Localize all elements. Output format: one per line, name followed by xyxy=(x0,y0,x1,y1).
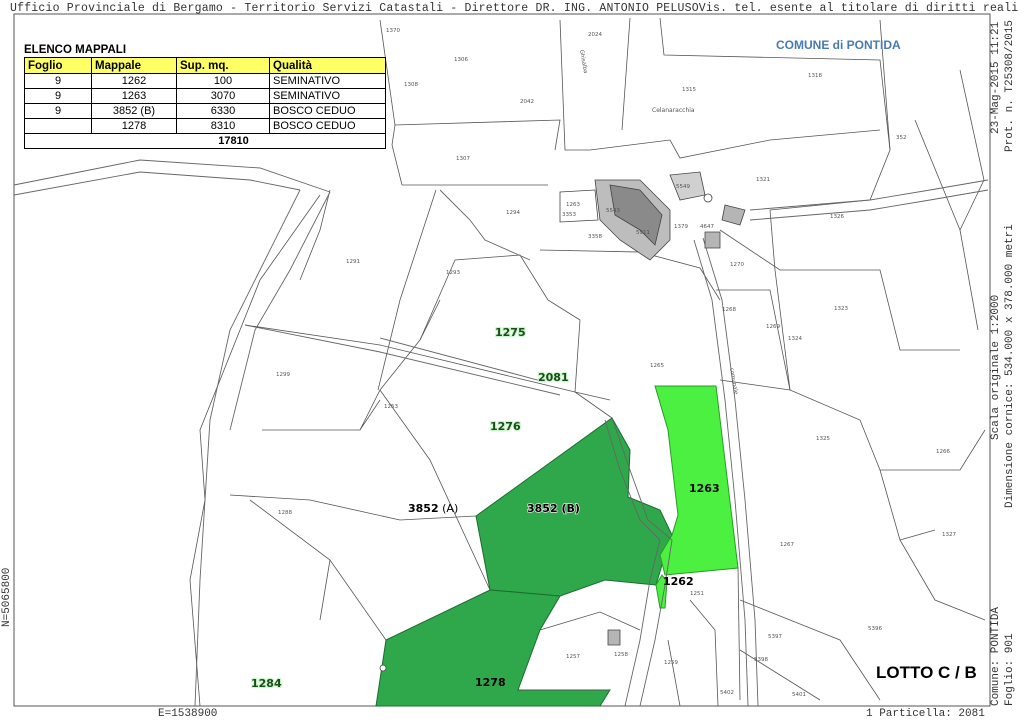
cell-qualita: BOSCO CEDUO xyxy=(269,103,386,119)
right-prot: Prot. n. T25308/2015 xyxy=(1004,19,1016,152)
col-qualita: Qualità xyxy=(269,57,386,74)
right-dimensione: Dimensione cornice: 534.000 x 378.000 me… xyxy=(1004,224,1016,508)
label-1278: 1278 xyxy=(475,676,506,689)
label-1262: 1262 xyxy=(663,575,694,588)
col-mappale: Mappale xyxy=(91,57,177,74)
parcel-number: 1258 xyxy=(614,652,628,658)
cell-sup: 6330 xyxy=(176,103,270,119)
legend-title: ELENCO MAPPALI xyxy=(24,44,127,56)
label-2081: 2081 xyxy=(538,371,569,384)
cell-sup: 8310 xyxy=(176,118,270,134)
table-row: 9 3852 (B) 6330 BOSCO CEDUO xyxy=(24,103,386,119)
parcel-number: 1323 xyxy=(834,306,848,312)
parcel-number: 1253 xyxy=(384,404,398,410)
parcel-number: 1327 xyxy=(942,532,956,538)
parcel-number: 5398 xyxy=(754,657,768,663)
cell-qualita: BOSCO CEDUO xyxy=(269,118,386,134)
parcel-number: 1293 xyxy=(446,270,460,276)
table-row: 1278 8310 BOSCO CEDUO xyxy=(24,118,386,134)
cell-foglio xyxy=(24,118,92,134)
parcel-number: 1270 xyxy=(730,262,744,268)
cell-mappale: 1263 xyxy=(91,88,177,104)
parcel-number: 1315 xyxy=(682,87,696,93)
parcel-number: 1326 xyxy=(830,214,844,220)
parcel-number: 1325 xyxy=(816,436,830,442)
parcel-number: 5402 xyxy=(720,690,734,696)
parcel-number: 1307 xyxy=(456,156,470,162)
left-north-coord: N=5065800 xyxy=(1,567,13,627)
parcel-number: 3353 xyxy=(562,212,576,218)
comune-label: COMUNE di PONTIDA xyxy=(776,38,901,52)
cell-sup: 3070 xyxy=(176,88,270,104)
cell-mappale: 1262 xyxy=(91,73,177,89)
legend-total-row: 17810 xyxy=(24,133,386,149)
right-comune: Comune: PONTIDA xyxy=(990,606,1002,706)
parcel-number: 1257 xyxy=(566,654,580,660)
parcel-number: 5543 xyxy=(606,208,620,214)
parcel-number: 1269 xyxy=(766,324,780,330)
cell-foglio: 9 xyxy=(24,73,92,89)
label-1275: 1275 xyxy=(495,326,526,339)
cell-qualita: SEMINATIVO xyxy=(269,73,386,89)
legend-header-row: Foglio Mappale Sup. mq. Qualità xyxy=(24,57,386,74)
bottom-east-coord: E=1538900 xyxy=(158,708,218,720)
mappali-legend: ELENCO MAPPALI Foglio Mappale Sup. mq. Q… xyxy=(24,44,386,149)
cell-foglio: 9 xyxy=(24,103,92,119)
parcel-number: 1324 xyxy=(788,336,802,342)
parcel-number: 2024 xyxy=(588,32,602,38)
label-1276: 1276 xyxy=(490,420,521,433)
parcel-number: 4647 xyxy=(700,224,714,230)
label-3852b: 3852 (B) xyxy=(527,502,580,515)
cell-qualita: SEMINATIVO xyxy=(269,88,386,104)
parcel-number: 1267 xyxy=(780,542,794,548)
parcel-number: 1379 xyxy=(674,224,688,230)
parcel-number: 3358 xyxy=(588,234,602,240)
parcel-number: 1251 xyxy=(690,591,704,597)
parcel-number: 1291 xyxy=(346,259,360,265)
parcel-number: 5549 xyxy=(676,184,690,190)
header-text: Ufficio Provinciale di Bergamo - Territo… xyxy=(10,2,1019,15)
parcel-number: 1318 xyxy=(808,73,822,79)
parcel-number: 1306 xyxy=(454,57,468,63)
bottom-particella: 1 Particella: 2081 xyxy=(866,708,985,720)
parcel-number: 5396 xyxy=(868,626,882,632)
parcel-1263-fill xyxy=(654,385,739,576)
cell-mappale: 1278 xyxy=(91,118,177,134)
right-date: 23-Mag-2015 11:21 xyxy=(990,21,1002,134)
col-sup: Sup. mq. xyxy=(176,57,270,74)
parcel-number: 2042 xyxy=(520,99,534,105)
label-1263: 1263 xyxy=(689,482,720,495)
parcel-number: 1288 xyxy=(278,510,292,516)
lotto-label: LOTTO C / B xyxy=(876,663,977,682)
parcel-number: 352 xyxy=(896,135,907,141)
legend-total: 17810 xyxy=(24,133,386,149)
right-foglio: Foglio: 901 xyxy=(1004,633,1016,706)
parcel-number: 5401 xyxy=(792,692,806,698)
table-row: 9 1262 100 SEMINATIVO xyxy=(24,73,386,89)
legend-table: Foglio Mappale Sup. mq. Qualità 9 1262 1… xyxy=(24,57,386,149)
cell-sup: 100 xyxy=(176,73,270,89)
parcel-number: 1265 xyxy=(650,363,664,369)
parcel-number: 1308 xyxy=(404,82,418,88)
col-foglio: Foglio xyxy=(24,57,92,74)
right-scala: Scala originale 1:2000 xyxy=(990,294,1002,440)
parcel-number: 1321 xyxy=(756,177,770,183)
parcel-number: 5397 xyxy=(768,634,782,640)
parcel-number: 1266 xyxy=(936,449,950,455)
cell-foglio: 9 xyxy=(24,88,92,104)
parcel-number: 1294 xyxy=(506,210,520,216)
label-1284: 1284 xyxy=(251,677,282,690)
parcel-number: 1268 xyxy=(722,307,736,313)
table-row: 9 1263 3070 SEMINATIVO xyxy=(24,88,386,104)
parcel-number: 1299 xyxy=(276,372,290,378)
parcel-number: 1370 xyxy=(386,28,400,34)
parcel-number: 5911 xyxy=(636,230,650,236)
place-name-road2: Ghisalba xyxy=(578,49,588,74)
cell-mappale: 3852 (B) xyxy=(91,103,177,119)
label-3852a: 3852 (A) xyxy=(408,502,458,515)
parcel-number: 1259 xyxy=(664,660,678,666)
place-name-cascina: Celanaracchia xyxy=(652,107,695,114)
parcel-number: 1263 xyxy=(566,202,580,208)
